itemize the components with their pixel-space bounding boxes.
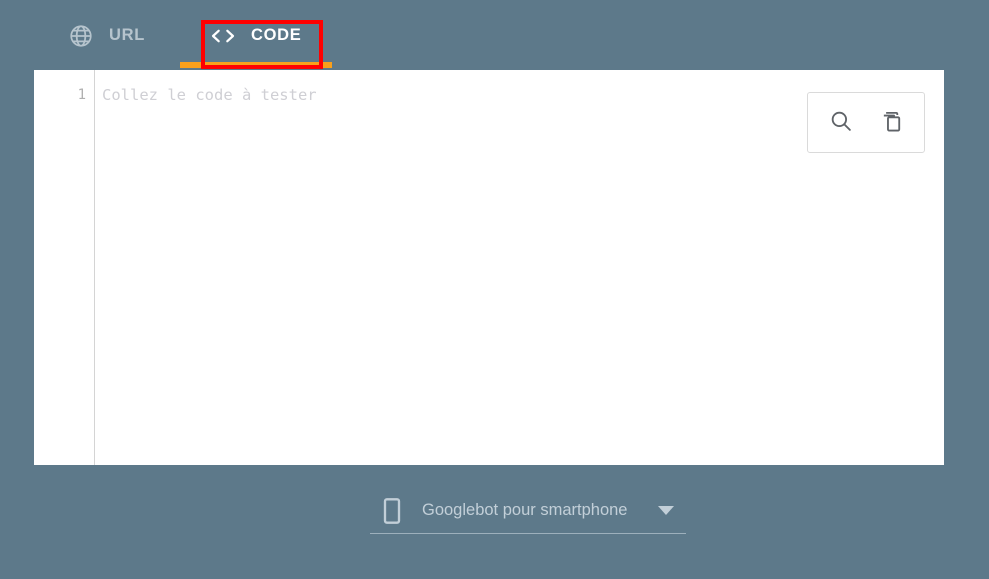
globe-icon xyxy=(68,23,94,49)
editor-tools-group xyxy=(807,92,925,153)
smartphone-icon xyxy=(378,497,406,525)
search-button[interactable] xyxy=(821,103,861,143)
code-editor-panel[interactable]: 1 Collez le code à tester xyxy=(34,70,944,465)
code-input-area[interactable]: Collez le code à tester xyxy=(95,70,944,465)
search-icon xyxy=(828,108,854,137)
chevron-down-icon[interactable] xyxy=(656,501,676,521)
copy-icon xyxy=(878,108,904,137)
code-brackets-icon xyxy=(210,23,236,49)
bottom-toolbar: Googlebot pour smartphone TESTER LE CODE xyxy=(0,470,989,579)
line-number: 1 xyxy=(77,87,86,103)
tab-code[interactable]: CODE xyxy=(196,0,315,71)
user-agent-value: Googlebot pour smartphone xyxy=(422,501,628,519)
tab-url-label: URL xyxy=(109,26,146,44)
copy-button[interactable] xyxy=(871,103,911,143)
editor-gutter: 1 xyxy=(34,70,95,465)
tab-bar: URL CODE xyxy=(0,0,989,71)
user-agent-select[interactable]: Googlebot pour smartphone xyxy=(370,488,686,534)
active-tab-indicator xyxy=(180,62,332,68)
tab-code-label: CODE xyxy=(251,26,302,44)
tab-url[interactable]: URL xyxy=(68,0,159,71)
